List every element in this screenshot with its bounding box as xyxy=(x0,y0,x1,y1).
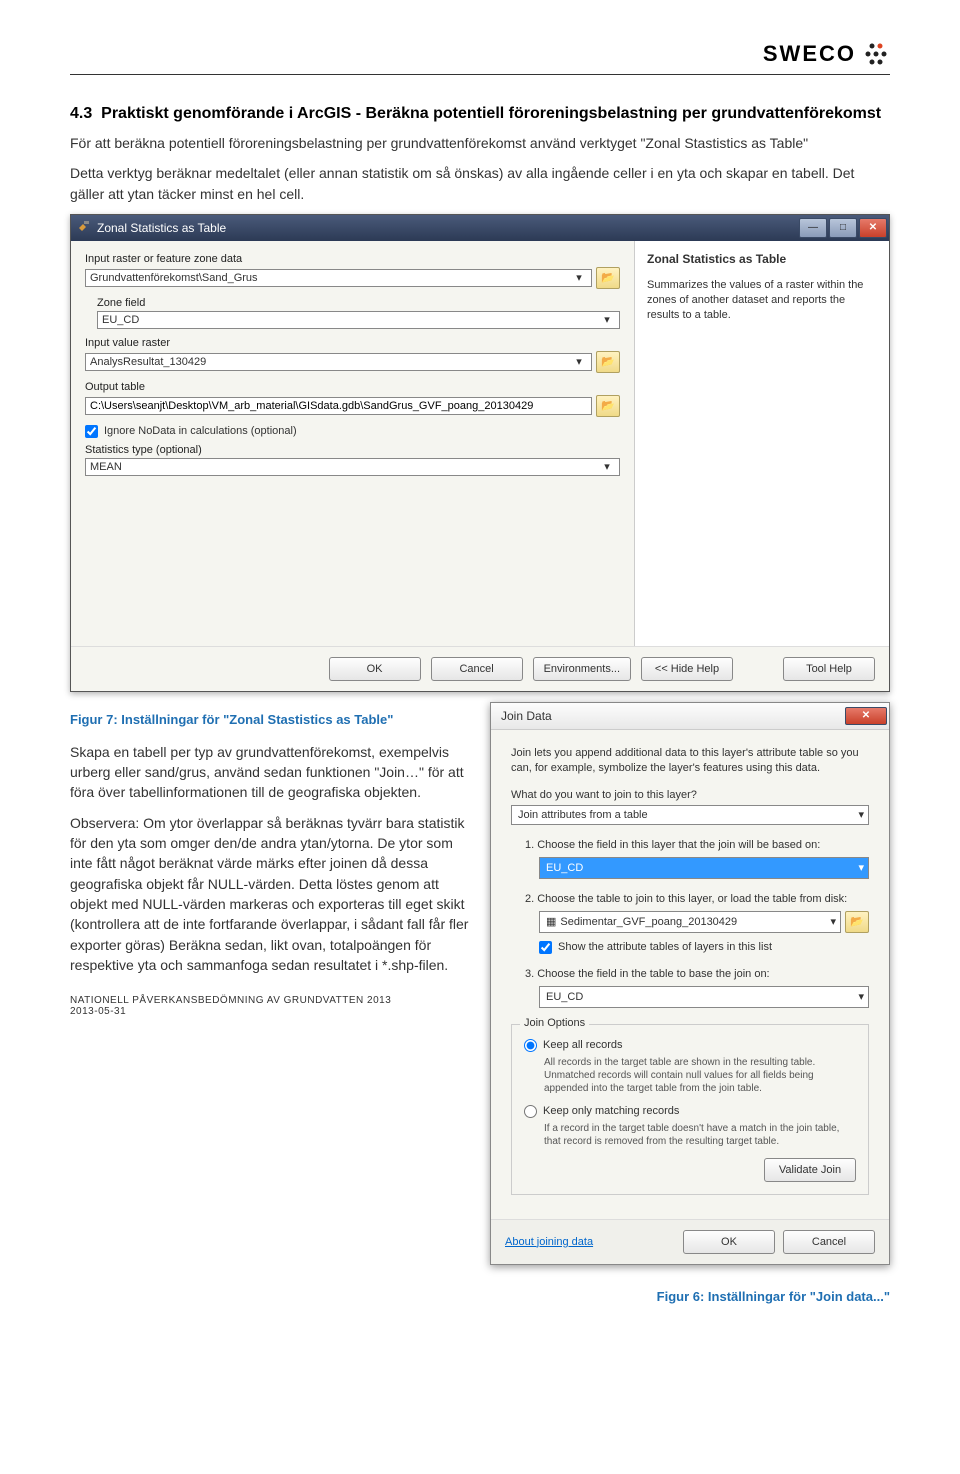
join-step-1: 1. Choose the field in this layer that t… xyxy=(525,839,869,851)
chevron-down-icon: ▾ xyxy=(571,355,587,368)
join-field1-select[interactable]: EU_CD▾ xyxy=(539,857,869,879)
ok-button[interactable]: OK xyxy=(329,657,421,681)
validate-join-button[interactable]: Validate Join xyxy=(764,1158,856,1182)
logo-icon xyxy=(862,40,890,68)
dialog-title: Zonal Statistics as Table xyxy=(97,221,226,235)
keep-all-label: Keep all records xyxy=(543,1039,623,1051)
ignore-nodata-checkbox[interactable] xyxy=(85,425,98,438)
join-intro-text: Join lets you append additional data to … xyxy=(511,746,869,777)
folder-icon: 📂 xyxy=(850,915,864,928)
join-what-select[interactable]: Join attributes from a table▾ xyxy=(511,805,869,825)
join-step-3: 3. Choose the field in the table to base… xyxy=(525,968,869,980)
folder-icon: 📂 xyxy=(601,399,615,412)
join-step-2: 2. Choose the table to join to this laye… xyxy=(525,893,869,905)
cancel-button[interactable]: Cancel xyxy=(783,1230,875,1254)
label-input-zone: Input raster or feature zone data xyxy=(85,253,620,265)
label-ignore-nodata: Ignore NoData in calculations (optional) xyxy=(104,425,297,437)
chevron-down-icon: ▾ xyxy=(858,990,864,1003)
paragraph-1: För att beräkna potentiell föroreningsbe… xyxy=(70,133,890,153)
minimize-button[interactable]: — xyxy=(799,218,827,238)
browse-button[interactable]: 📂 xyxy=(596,267,620,289)
dialog-titlebar: Zonal Statistics as Table — □ ✕ xyxy=(71,215,889,241)
folder-icon: 📂 xyxy=(601,355,615,368)
chevron-down-icon: ▾ xyxy=(599,460,615,473)
keep-all-desc: All records in the target table are show… xyxy=(544,1056,856,1095)
join-question: What do you want to join to this layer? xyxy=(511,789,869,801)
input-zone-select[interactable]: Grundvattenförekomst\Sand_Grus▾ xyxy=(85,269,592,287)
chevron-down-icon: ▾ xyxy=(599,313,615,326)
keep-all-radio[interactable] xyxy=(524,1039,537,1052)
output-table-input[interactable] xyxy=(85,397,592,415)
section-heading: 4.3 Praktiskt genomförande i ArcGIS - Be… xyxy=(70,105,890,123)
paragraph-2: Detta verktyg beräknar medeltalet (eller… xyxy=(70,163,890,204)
keep-match-desc: If a record in the target table doesn't … xyxy=(544,1122,856,1148)
folder-icon: 📂 xyxy=(601,271,615,284)
figure-7-caption: Figur 7: Inställningar för "Zonal Stasti… xyxy=(70,712,470,727)
stat-type-select[interactable]: MEAN▾ xyxy=(85,458,620,476)
paragraph-4: Observera: Om ytor överlappar så beräkna… xyxy=(70,813,470,975)
join-table-select[interactable]: ▦ Sedimentar_GVF_poang_20130429 ▾ xyxy=(539,911,841,933)
browse-button[interactable]: 📂 xyxy=(845,911,869,933)
help-text: Summarizes the values of a raster within… xyxy=(647,278,877,324)
table-icon: ▦ xyxy=(546,915,556,928)
browse-button[interactable]: 📂 xyxy=(596,351,620,373)
show-attr-label: Show the attribute tables of layers in t… xyxy=(558,941,772,953)
about-joining-link[interactable]: About joining data xyxy=(505,1236,683,1248)
join-field3-select[interactable]: EU_CD▾ xyxy=(539,986,869,1008)
show-attribute-tables-checkbox[interactable] xyxy=(539,941,552,954)
figure-6-caption: Figur 6: Inställningar för "Join data...… xyxy=(0,1289,890,1304)
logo-text: SWECO xyxy=(763,41,856,67)
join-options-legend: Join Options xyxy=(520,1017,589,1029)
close-button[interactable]: ✕ xyxy=(845,707,887,725)
zone-field-select[interactable]: EU_CD▾ xyxy=(97,311,620,329)
page-header: SWECO xyxy=(70,40,890,75)
paragraph-3: Skapa en tabell per typ av grundvattenfö… xyxy=(70,742,470,803)
join-options-group: Join Options Keep all records All record… xyxy=(511,1024,869,1195)
keep-match-label: Keep only matching records xyxy=(543,1105,679,1117)
page-footer: NATIONELL PÅVERKANSBEDÖMNING AV GRUNDVAT… xyxy=(70,995,470,1017)
ok-button[interactable]: OK xyxy=(683,1230,775,1254)
label-input-value: Input value raster xyxy=(85,337,620,349)
label-output-table: Output table xyxy=(85,381,620,393)
hammer-icon xyxy=(77,219,91,236)
dialog-title: Join Data xyxy=(501,709,552,723)
chevron-down-icon: ▾ xyxy=(830,915,836,928)
help-title: Zonal Statistics as Table xyxy=(647,251,877,268)
browse-button[interactable]: 📂 xyxy=(596,395,620,417)
cancel-button[interactable]: Cancel xyxy=(431,657,523,681)
close-button[interactable]: ✕ xyxy=(859,218,887,238)
maximize-button[interactable]: □ xyxy=(829,218,857,238)
zonal-statistics-dialog: Zonal Statistics as Table — □ ✕ Input ra… xyxy=(70,214,890,692)
chevron-down-icon: ▾ xyxy=(858,808,864,821)
join-data-dialog: Join Data ✕ Join lets you append additio… xyxy=(490,702,890,1265)
tool-help-button[interactable]: Tool Help xyxy=(783,657,875,681)
dialog-titlebar: Join Data ✕ xyxy=(491,703,889,730)
environments-button[interactable]: Environments... xyxy=(533,657,631,681)
label-stat-type: Statistics type (optional) xyxy=(85,444,620,456)
chevron-down-icon: ▾ xyxy=(858,861,864,874)
keep-matching-radio[interactable] xyxy=(524,1105,537,1118)
input-value-select[interactable]: AnalysResultat_130429▾ xyxy=(85,353,592,371)
chevron-down-icon: ▾ xyxy=(571,271,587,284)
help-panel: Zonal Statistics as Table Summarizes the… xyxy=(635,241,889,646)
label-zone-field: Zone field xyxy=(97,297,620,309)
hide-help-button[interactable]: << Hide Help xyxy=(641,657,733,681)
